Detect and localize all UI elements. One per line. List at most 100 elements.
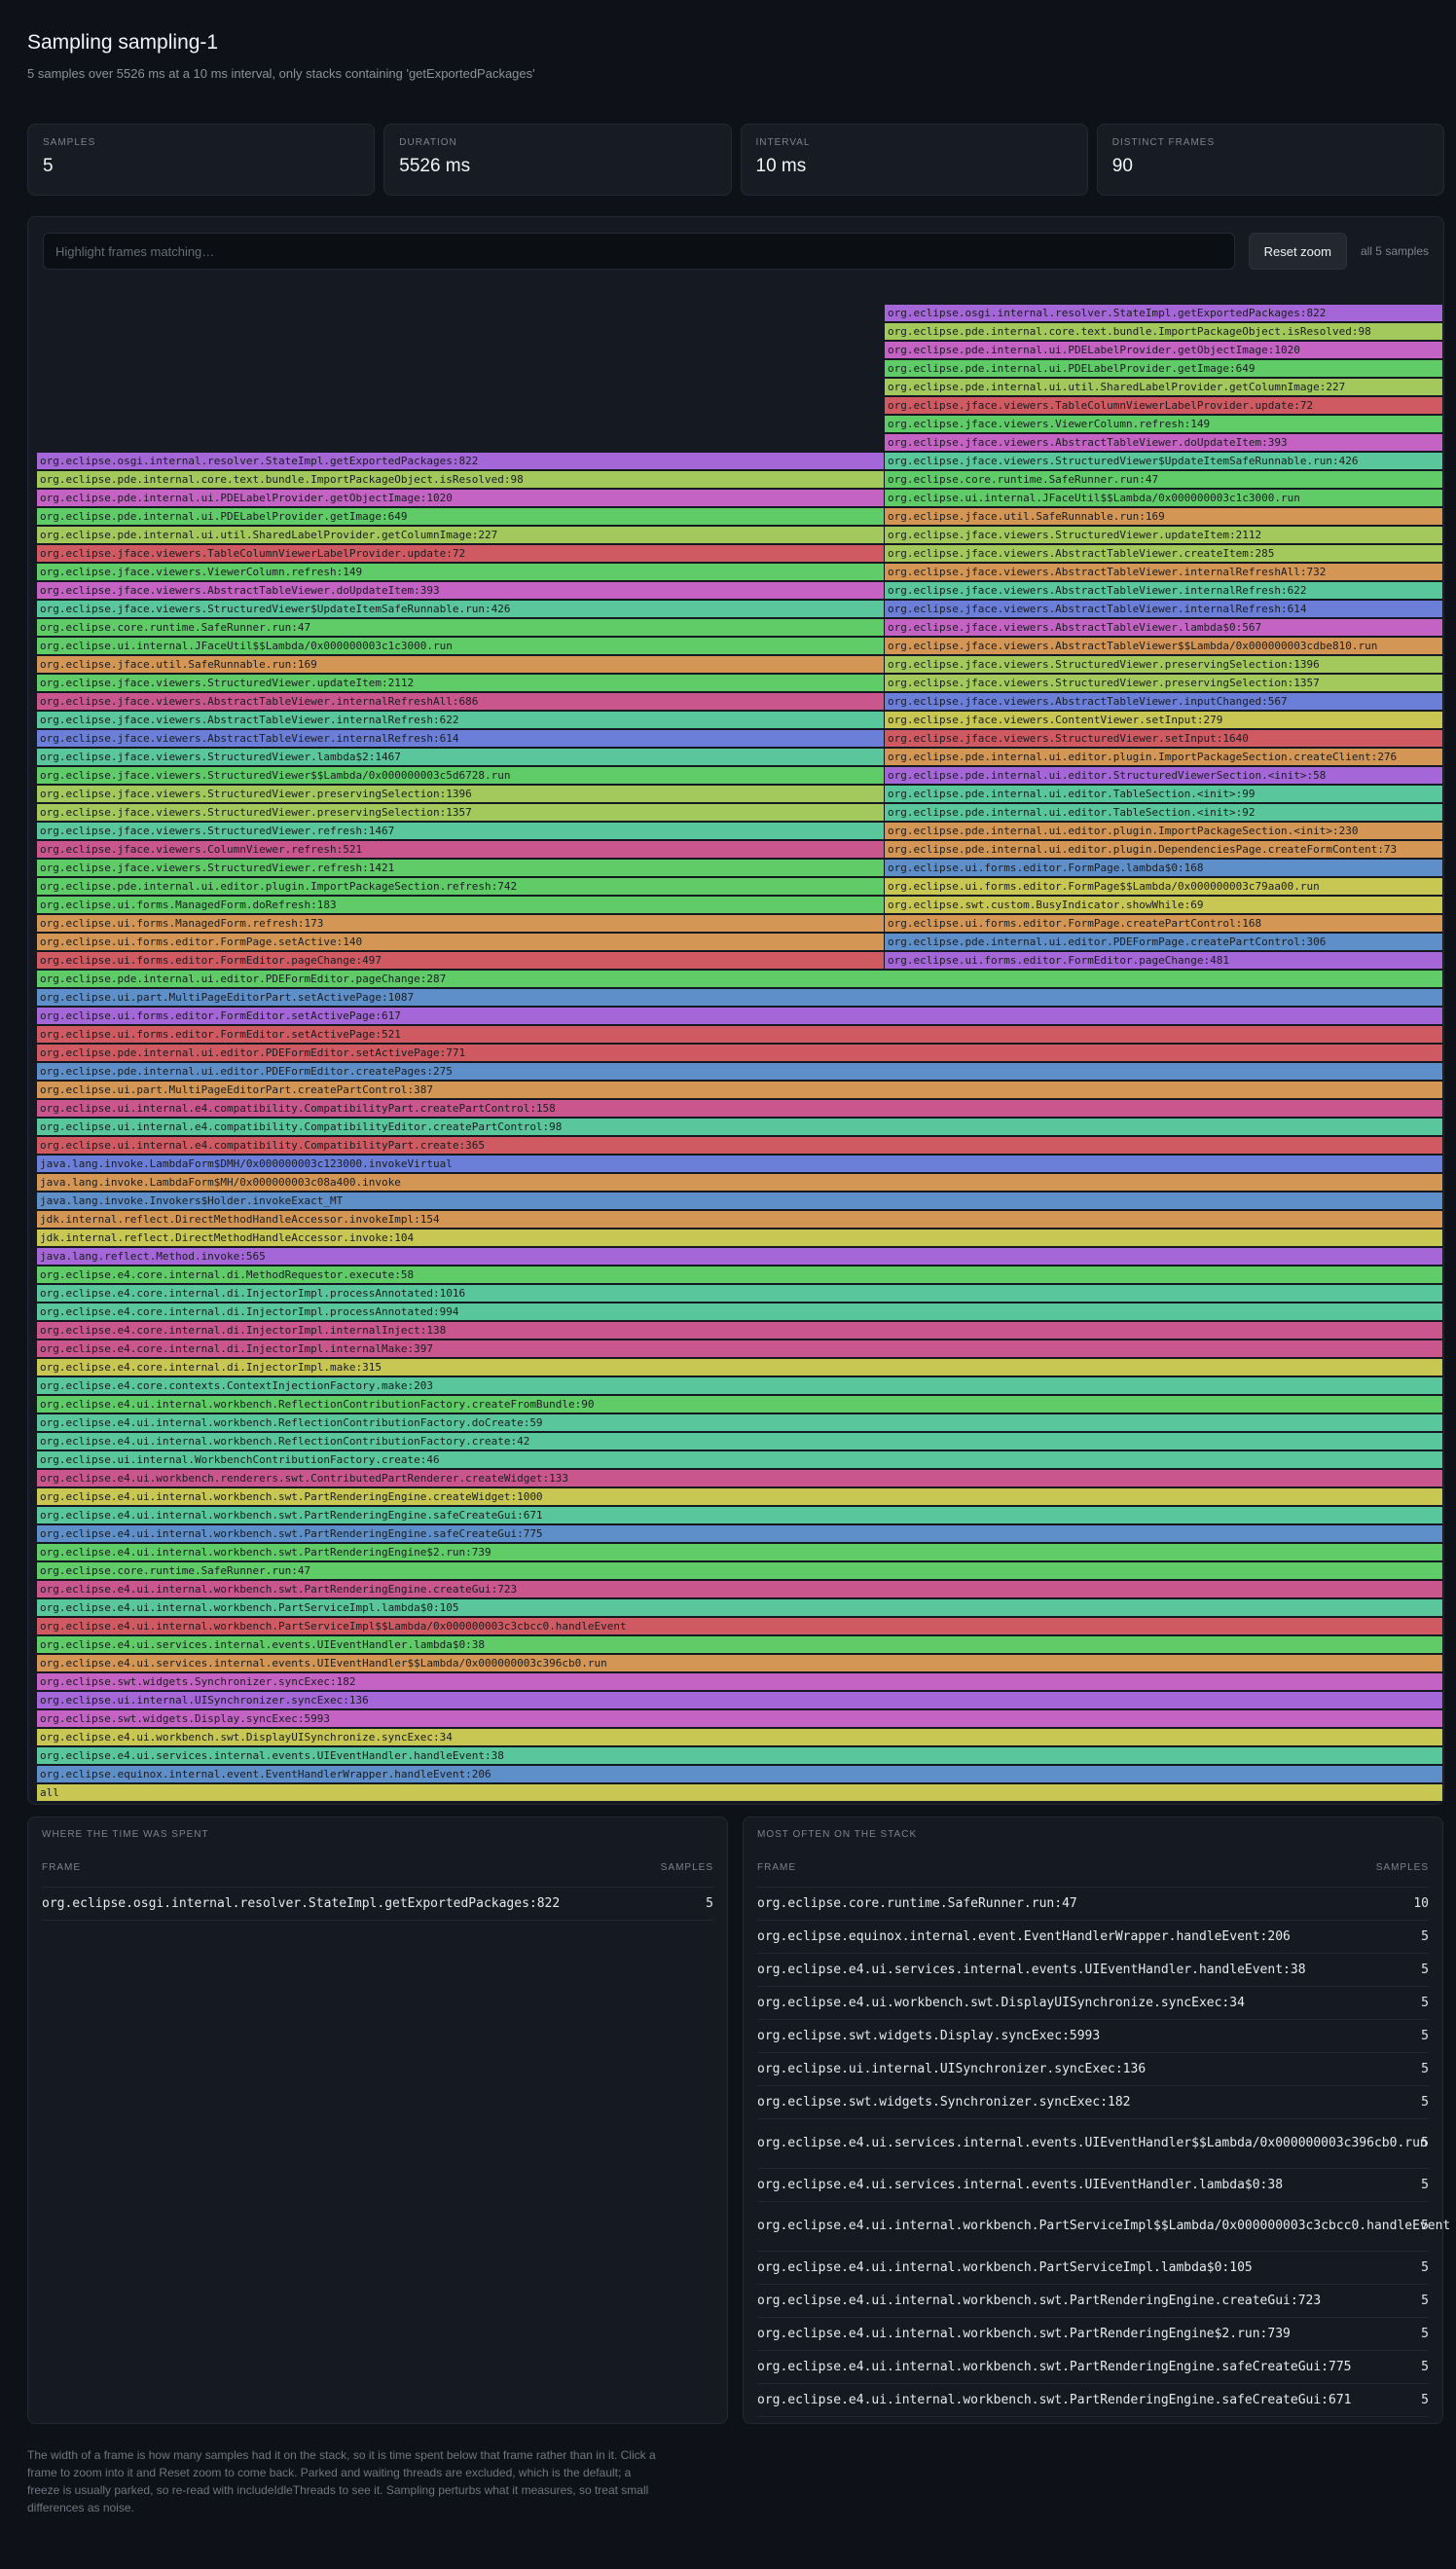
flame-frame[interactable]: org.eclipse.ui.forms.editor.FormEditor.s… — [37, 1026, 1443, 1043]
flame-frame[interactable]: org.eclipse.pde.internal.ui.util.SharedL… — [885, 379, 1443, 395]
flame-frame[interactable]: org.eclipse.pde.internal.ui.editor.PDEFo… — [37, 1063, 1443, 1080]
flame-frame[interactable]: org.eclipse.e4.core.internal.di.Injector… — [37, 1359, 1443, 1376]
flame-frame[interactable]: org.eclipse.jface.viewers.AbstractTableV… — [885, 619, 1443, 636]
flame-frame[interactable]: org.eclipse.pde.internal.ui.editor.plugi… — [885, 823, 1443, 839]
flame-frame[interactable]: org.eclipse.jface.viewers.StructuredView… — [885, 730, 1443, 747]
reset-zoom-button[interactable]: Reset zoom — [1248, 233, 1347, 270]
flame-frame[interactable]: org.eclipse.pde.internal.ui.editor.PDEFo… — [37, 971, 1443, 987]
flame-frame[interactable]: org.eclipse.ui.part.MultiPageEditorPart.… — [37, 1082, 1443, 1098]
flame-frame[interactable]: org.eclipse.jface.viewers.StructuredView… — [37, 786, 885, 802]
flame-frame[interactable]: jdk.internal.reflect.DirectMethodHandleA… — [37, 1229, 1443, 1246]
flame-frame[interactable]: org.eclipse.pde.internal.ui.PDELabelProv… — [37, 490, 885, 506]
frame-search-input[interactable] — [43, 233, 1235, 270]
flame-frame[interactable]: org.eclipse.e4.core.contexts.ContextInje… — [37, 1377, 1443, 1394]
flame-frame[interactable]: org.eclipse.pde.internal.ui.editor.PDEFo… — [37, 1045, 1443, 1061]
flame-frame[interactable]: org.eclipse.pde.internal.ui.PDELabelProv… — [885, 342, 1443, 358]
flame-frame[interactable]: org.eclipse.e4.ui.internal.workbench.Ref… — [37, 1414, 1443, 1431]
flame-frame[interactable]: org.eclipse.e4.ui.internal.workbench.Par… — [37, 1599, 1443, 1616]
flame-frame[interactable]: org.eclipse.jface.viewers.AbstractTableV… — [37, 712, 885, 728]
flame-frame[interactable]: org.eclipse.jface.viewers.AbstractTableV… — [885, 638, 1443, 654]
flame-frame[interactable]: org.eclipse.e4.ui.internal.workbench.swt… — [37, 1525, 1443, 1542]
flame-frame[interactable]: org.eclipse.ui.forms.editor.FormEditor.s… — [37, 1008, 1443, 1024]
flame-frame[interactable]: org.eclipse.jface.viewers.ContentViewer.… — [885, 712, 1443, 728]
flame-frame[interactable]: org.eclipse.ui.internal.JFaceUtil$$Lambd… — [37, 638, 885, 654]
flame-frame[interactable]: org.eclipse.ui.forms.editor.FormPage.cre… — [885, 915, 1443, 932]
flame-frame[interactable]: all — [37, 1784, 1443, 1801]
flame-frame[interactable]: org.eclipse.e4.core.internal.di.Injector… — [37, 1285, 1443, 1302]
flame-frame[interactable]: org.eclipse.e4.ui.internal.workbench.swt… — [37, 1544, 1443, 1560]
flame-frame[interactable]: org.eclipse.pde.internal.ui.PDELabelProv… — [885, 360, 1443, 377]
flame-frame[interactable]: org.eclipse.pde.internal.core.text.bundl… — [885, 323, 1443, 340]
flame-frame[interactable]: org.eclipse.core.runtime.SafeRunner.run:… — [885, 471, 1443, 488]
flame-frame[interactable]: org.eclipse.osgi.internal.resolver.State… — [885, 305, 1443, 321]
flame-frame[interactable]: org.eclipse.ui.forms.editor.FormPage.set… — [37, 934, 885, 950]
flame-frame[interactable]: java.lang.invoke.LambdaForm$MH/0x0000000… — [37, 1174, 1443, 1191]
flame-frame[interactable]: org.eclipse.jface.util.SafeRunnable.run:… — [885, 508, 1443, 525]
flame-frame[interactable]: org.eclipse.jface.viewers.AbstractTableV… — [885, 693, 1443, 710]
flame-frame[interactable]: org.eclipse.jface.viewers.StructuredView… — [885, 675, 1443, 691]
flame-frame[interactable]: org.eclipse.e4.ui.workbench.swt.DisplayU… — [37, 1729, 1443, 1745]
flame-frame[interactable]: org.eclipse.e4.core.internal.di.Injector… — [37, 1340, 1443, 1357]
flame-frame[interactable]: org.eclipse.pde.internal.ui.editor.Struc… — [885, 767, 1443, 784]
flame-frame[interactable]: org.eclipse.e4.ui.internal.workbench.swt… — [37, 1581, 1443, 1597]
flame-frame[interactable]: org.eclipse.jface.viewers.StructuredView… — [37, 767, 885, 784]
flame-frame[interactable]: org.eclipse.jface.viewers.StructuredView… — [37, 675, 885, 691]
flame-frame[interactable]: org.eclipse.osgi.internal.resolver.State… — [37, 453, 885, 469]
flame-frame[interactable]: org.eclipse.ui.part.MultiPageEditorPart.… — [37, 989, 1443, 1006]
flame-frame[interactable]: jdk.internal.reflect.DirectMethodHandleA… — [37, 1211, 1443, 1228]
flame-frame[interactable]: org.eclipse.pde.internal.core.text.bundl… — [37, 471, 885, 488]
flame-frame[interactable]: org.eclipse.pde.internal.ui.util.SharedL… — [37, 527, 885, 543]
flame-frame[interactable]: org.eclipse.ui.forms.ManagedForm.doRefre… — [37, 897, 885, 913]
flame-frame[interactable]: org.eclipse.jface.viewers.StructuredView… — [885, 656, 1443, 673]
flame-frame[interactable]: org.eclipse.jface.viewers.ViewerColumn.r… — [885, 416, 1443, 432]
flame-frame[interactable]: org.eclipse.jface.viewers.StructuredView… — [37, 860, 885, 876]
flame-frame[interactable]: org.eclipse.jface.viewers.ColumnViewer.r… — [37, 841, 885, 858]
flame-frame[interactable]: org.eclipse.jface.util.SafeRunnable.run:… — [37, 656, 885, 673]
flame-frame[interactable]: org.eclipse.ui.internal.UISynchronizer.s… — [37, 1692, 1443, 1708]
flame-frame[interactable]: org.eclipse.jface.viewers.AbstractTableV… — [885, 434, 1443, 451]
flame-frame[interactable]: org.eclipse.e4.ui.internal.workbench.swt… — [37, 1488, 1443, 1505]
flame-frame[interactable]: org.eclipse.jface.viewers.StructuredView… — [37, 601, 885, 617]
flame-frame[interactable]: org.eclipse.pde.internal.ui.editor.Table… — [885, 804, 1443, 821]
flame-frame[interactable]: org.eclipse.e4.ui.services.internal.even… — [37, 1747, 1443, 1764]
flame-frame[interactable]: org.eclipse.e4.core.internal.di.MethodRe… — [37, 1266, 1443, 1283]
flame-frame[interactable]: org.eclipse.jface.viewers.StructuredView… — [885, 527, 1443, 543]
flame-frame[interactable]: org.eclipse.pde.internal.ui.editor.plugi… — [885, 841, 1443, 858]
flame-frame[interactable]: org.eclipse.jface.viewers.AbstractTableV… — [37, 693, 885, 710]
flame-frame[interactable]: org.eclipse.ui.internal.WorkbenchContrib… — [37, 1451, 1443, 1468]
flame-frame[interactable]: org.eclipse.e4.ui.workbench.renderers.sw… — [37, 1470, 1443, 1486]
flame-frame[interactable]: org.eclipse.jface.viewers.AbstractTableV… — [885, 545, 1443, 562]
flame-frame[interactable]: org.eclipse.e4.core.internal.di.Injector… — [37, 1303, 1443, 1320]
flame-frame[interactable]: java.lang.reflect.Method.invoke:565 — [37, 1248, 1443, 1265]
flame-frame[interactable]: org.eclipse.ui.internal.e4.compatibility… — [37, 1137, 1443, 1154]
flame-frame[interactable]: org.eclipse.jface.viewers.AbstractTableV… — [885, 582, 1443, 599]
flame-frame[interactable]: org.eclipse.e4.ui.services.internal.even… — [37, 1636, 1443, 1653]
flame-frame[interactable]: org.eclipse.pde.internal.ui.PDELabelProv… — [37, 508, 885, 525]
flame-frame[interactable]: org.eclipse.jface.viewers.StructuredView… — [37, 804, 885, 821]
flame-frame[interactable]: org.eclipse.ui.forms.editor.FormEditor.p… — [885, 952, 1443, 969]
flame-frame[interactable]: org.eclipse.e4.ui.internal.workbench.Ref… — [37, 1433, 1443, 1450]
flame-frame[interactable]: org.eclipse.e4.ui.services.internal.even… — [37, 1655, 1443, 1671]
flame-frame[interactable]: java.lang.invoke.LambdaForm$DMH/0x000000… — [37, 1156, 1443, 1172]
flame-frame[interactable]: org.eclipse.ui.forms.ManagedForm.refresh… — [37, 915, 885, 932]
flame-frame[interactable]: org.eclipse.jface.viewers.TableColumnVie… — [885, 397, 1443, 414]
flame-frame[interactable]: org.eclipse.e4.ui.internal.workbench.Ref… — [37, 1396, 1443, 1413]
flame-frame[interactable]: org.eclipse.pde.internal.ui.editor.Table… — [885, 786, 1443, 802]
flame-frame[interactable]: org.eclipse.jface.viewers.StructuredView… — [885, 453, 1443, 469]
flame-frame[interactable]: org.eclipse.swt.custom.BusyIndicator.sho… — [885, 897, 1443, 913]
flame-frame[interactable]: org.eclipse.equinox.internal.event.Event… — [37, 1766, 1443, 1782]
flame-frame[interactable]: org.eclipse.jface.viewers.TableColumnVie… — [37, 545, 885, 562]
flame-frame[interactable]: org.eclipse.core.runtime.SafeRunner.run:… — [37, 1562, 1443, 1579]
flame-frame[interactable]: org.eclipse.pde.internal.ui.editor.plugi… — [37, 878, 885, 895]
flame-frame[interactable]: java.lang.invoke.Invokers$Holder.invokeE… — [37, 1193, 1443, 1209]
flame-frame[interactable]: org.eclipse.ui.internal.JFaceUtil$$Lambd… — [885, 490, 1443, 506]
flame-frame[interactable]: org.eclipse.ui.internal.e4.compatibility… — [37, 1100, 1443, 1117]
flame-frame[interactable]: org.eclipse.e4.core.internal.di.Injector… — [37, 1322, 1443, 1339]
flame-frame[interactable]: org.eclipse.jface.viewers.AbstractTableV… — [885, 564, 1443, 580]
flame-frame[interactable]: org.eclipse.jface.viewers.AbstractTableV… — [37, 730, 885, 747]
flame-frame[interactable]: org.eclipse.e4.ui.internal.workbench.Par… — [37, 1618, 1443, 1634]
flame-frame[interactable]: org.eclipse.pde.internal.ui.editor.plugi… — [885, 749, 1443, 765]
flame-frame[interactable]: org.eclipse.swt.widgets.Display.syncExec… — [37, 1710, 1443, 1727]
flame-frame[interactable]: org.eclipse.ui.internal.e4.compatibility… — [37, 1119, 1443, 1135]
flame-frame[interactable]: org.eclipse.jface.viewers.AbstractTableV… — [885, 601, 1443, 617]
